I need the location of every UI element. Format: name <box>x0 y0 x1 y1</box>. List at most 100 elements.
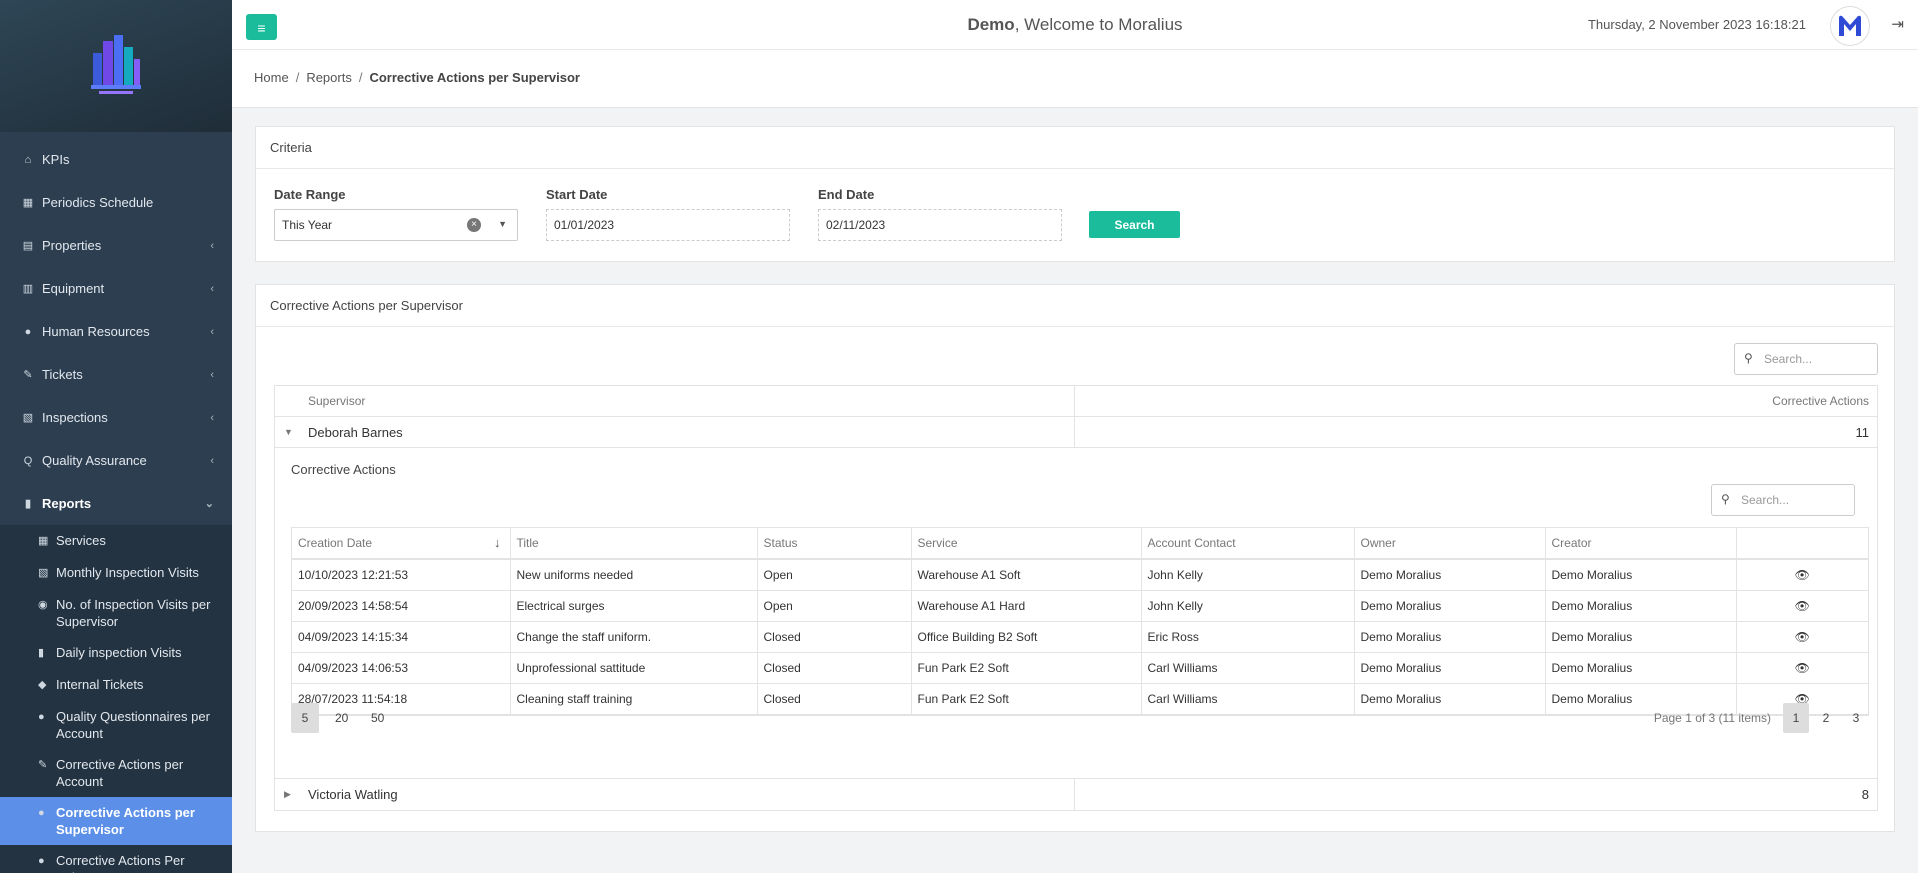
book-icon: ▮ <box>38 647 45 659</box>
cell-status: Open <box>757 590 912 622</box>
logo-area <box>0 0 232 132</box>
column-header-corrective-actions[interactable]: Corrective Actions <box>1075 386 1877 416</box>
sidebar-item-inspections[interactable]: ▧ Inspections ‹ <box>0 396 232 439</box>
map-icon: ▧ <box>38 567 49 579</box>
sidebar-subitem-label: Daily inspection Visits <box>56 645 182 660</box>
page-3-button[interactable]: 3 <box>1843 703 1869 733</box>
sort-down-icon[interactable]: ↓ <box>494 535 501 550</box>
sidebar-subitem-monthly-inspection-visits[interactable]: ▧ Monthly Inspection Visits <box>0 557 232 589</box>
grid-header-row: Supervisor Corrective Actions <box>275 386 1877 417</box>
sidebar-item-reports[interactable]: ▮ Reports ⌄ <box>0 482 232 525</box>
sidebar-item-human-resources[interactable]: ● Human Resources ‹ <box>0 310 232 353</box>
column-header-account-contact[interactable]: Account Contact <box>1141 528 1355 560</box>
group-count: 11 <box>1855 425 1870 440</box>
sidebar-item-label: Tickets <box>42 367 83 382</box>
caret-down-icon[interactable]: ▼ <box>284 427 293 437</box>
book-icon: ▮ <box>24 498 32 510</box>
column-header-service[interactable]: Service <box>911 528 1142 560</box>
sidebar-subitem-label: Monthly Inspection Visits <box>56 565 199 580</box>
chevron-left-icon: ‹ <box>210 411 214 424</box>
tool-icon: ✎ <box>38 759 48 771</box>
logout-icon[interactable]: ⇥ <box>1891 15 1904 33</box>
quality-icon: Q <box>23 454 33 467</box>
users-icon: ● <box>38 855 45 867</box>
search-button[interactable]: Search <box>1089 211 1180 238</box>
sidebar-item-properties[interactable]: ▤ Properties ‹ <box>0 224 232 267</box>
reports-submenu: ▦ Services ▧ Monthly Inspection Visits ◉ No… <box>0 525 232 873</box>
tag-icon: ◆ <box>38 679 47 691</box>
page-size-5[interactable]: 5 <box>291 703 319 733</box>
detail-search-input[interactable]: ⚲ Search... <box>1711 484 1855 516</box>
sidebar-item-tickets[interactable]: ✎ Tickets ‹ <box>0 353 232 396</box>
sidebar-item-label: Quality Assurance <box>42 453 147 468</box>
start-date-label: Start Date <box>546 187 608 202</box>
cell-creator: Demo Moralius <box>1545 559 1737 591</box>
caret-right-icon[interactable]: ▶ <box>284 789 291 800</box>
caret-down-icon[interactable]: ▼ <box>498 219 507 229</box>
calendar-icon: ▦ <box>22 197 34 209</box>
column-header-creator[interactable]: Creator <box>1545 528 1737 560</box>
eye-icon[interactable]: 👁 <box>1795 599 1810 613</box>
chevron-left-icon: ‹ <box>210 239 214 252</box>
sidebar-subitem-inspection-visits-per-supervisor[interactable]: ◉ No. of Inspection Visits per Supervisor <box>0 589 232 637</box>
sidebar-subitem-corrective-actions-per-account[interactable]: ✎ Corrective Actions per Account <box>0 749 232 797</box>
sidebar-subitem-services[interactable]: ▦ Services <box>0 525 232 557</box>
start-date-field: Start Date 01/01/2023 <box>546 187 790 241</box>
cell-account-contact: Eric Ross <box>1141 621 1355 653</box>
table-header-row: Creation Date ↓ Title Status Service Acco… <box>292 528 1868 560</box>
column-header-creation-date[interactable]: Creation Date ↓ <box>292 528 511 560</box>
cell-creation-date: 20/09/2023 14:58:54 <box>292 590 511 622</box>
clear-icon[interactable]: × <box>467 218 481 232</box>
sidebar-subitem-daily-inspection-visits[interactable]: ▮ Daily inspection Visits <box>0 637 232 669</box>
cell-creator: Demo Moralius <box>1545 621 1737 653</box>
avatar[interactable] <box>1830 6 1870 46</box>
sidebar-item-label: Inspections <box>42 410 108 425</box>
welcome-user: Demo <box>967 15 1015 34</box>
group-supervisor-cell: ▼ Deborah Barnes <box>275 417 1075 447</box>
sidebar-subitem-quality-questionnaires[interactable]: ● Quality Questionnaires per Account <box>0 701 232 749</box>
cell-owner: Demo Moralius <box>1354 590 1546 622</box>
column-header-owner[interactable]: Owner <box>1354 528 1546 560</box>
check-circle-icon: ● <box>38 711 45 723</box>
page-1-button[interactable]: 1 <box>1783 703 1809 733</box>
page-size-20[interactable]: 20 <box>327 703 356 733</box>
eye-icon[interactable]: 👁 <box>1795 661 1810 675</box>
sidebar-item-kpis[interactable]: ⌂ KPIs <box>0 138 232 181</box>
map-icon: ▧ <box>22 412 34 424</box>
start-date-input[interactable]: 01/01/2023 <box>546 209 790 241</box>
group-row: ▶ Victoria Watling 8 <box>275 779 1877 810</box>
column-header-status[interactable]: Status <box>757 528 912 560</box>
sidebar-item-periodics-schedule[interactable]: ▦ Periodics Schedule <box>0 181 232 224</box>
sidebar-item-equipment[interactable]: ▥ Equipment ‹ <box>0 267 232 310</box>
column-label: Creation Date <box>298 536 373 550</box>
criteria-panel: Criteria Date Range This Year × ▼ Start … <box>255 126 1895 262</box>
sidebar: ⌂ KPIs ▦ Periodics Schedule ▤ Properties ‹ ▥… <box>0 0 232 873</box>
search-icon: ⚲ <box>1721 492 1730 506</box>
breadcrumb-home[interactable]: Home <box>254 70 289 85</box>
group-count: 8 <box>1861 787 1869 802</box>
eye-icon[interactable]: 👁 <box>1795 630 1810 644</box>
results-title: Corrective Actions per Supervisor <box>256 285 1894 327</box>
page-size-50[interactable]: 50 <box>363 703 392 733</box>
cell-service: Warehouse A1 Soft <box>911 559 1142 591</box>
cell-owner: Demo Moralius <box>1354 652 1546 684</box>
date-range-label: Date Range <box>274 187 346 202</box>
table-row: 20/09/2023 14:58:54 Electrical surges Open… <box>292 590 1868 622</box>
eye-icon[interactable]: 👁 <box>1795 568 1810 582</box>
chevron-left-icon: ‹ <box>210 368 214 381</box>
sidebar-subitem-corrective-actions-per-subcontractor[interactable]: ● Corrective Actions Per Subcontractor <box>0 845 232 873</box>
sidebar-subitem-corrective-actions-per-supervisor[interactable]: ● Corrective Actions per Supervisor <box>0 797 232 845</box>
sidebar-item-quality-assurance[interactable]: Q Quality Assurance ‹ <box>0 439 232 482</box>
column-header-supervisor[interactable]: Supervisor <box>275 386 1075 416</box>
search-input[interactable]: ⚲ Search... <box>1734 343 1878 375</box>
cell-creation-date: 04/09/2023 14:06:53 <box>292 652 511 684</box>
moralius-logo-icon <box>1839 15 1861 36</box>
sidebar-subitem-internal-tickets[interactable]: ◆ Internal Tickets <box>0 669 232 701</box>
end-date-input[interactable]: 02/11/2023 <box>818 209 1062 241</box>
breadcrumb-reports[interactable]: Reports <box>306 70 352 85</box>
column-header-title[interactable]: Title <box>510 528 758 560</box>
date-range-select[interactable]: This Year × ▼ <box>274 209 518 241</box>
view-cell: 👁 <box>1736 590 1868 622</box>
column-header-actions <box>1736 528 1868 560</box>
page-2-button[interactable]: 2 <box>1813 703 1839 733</box>
